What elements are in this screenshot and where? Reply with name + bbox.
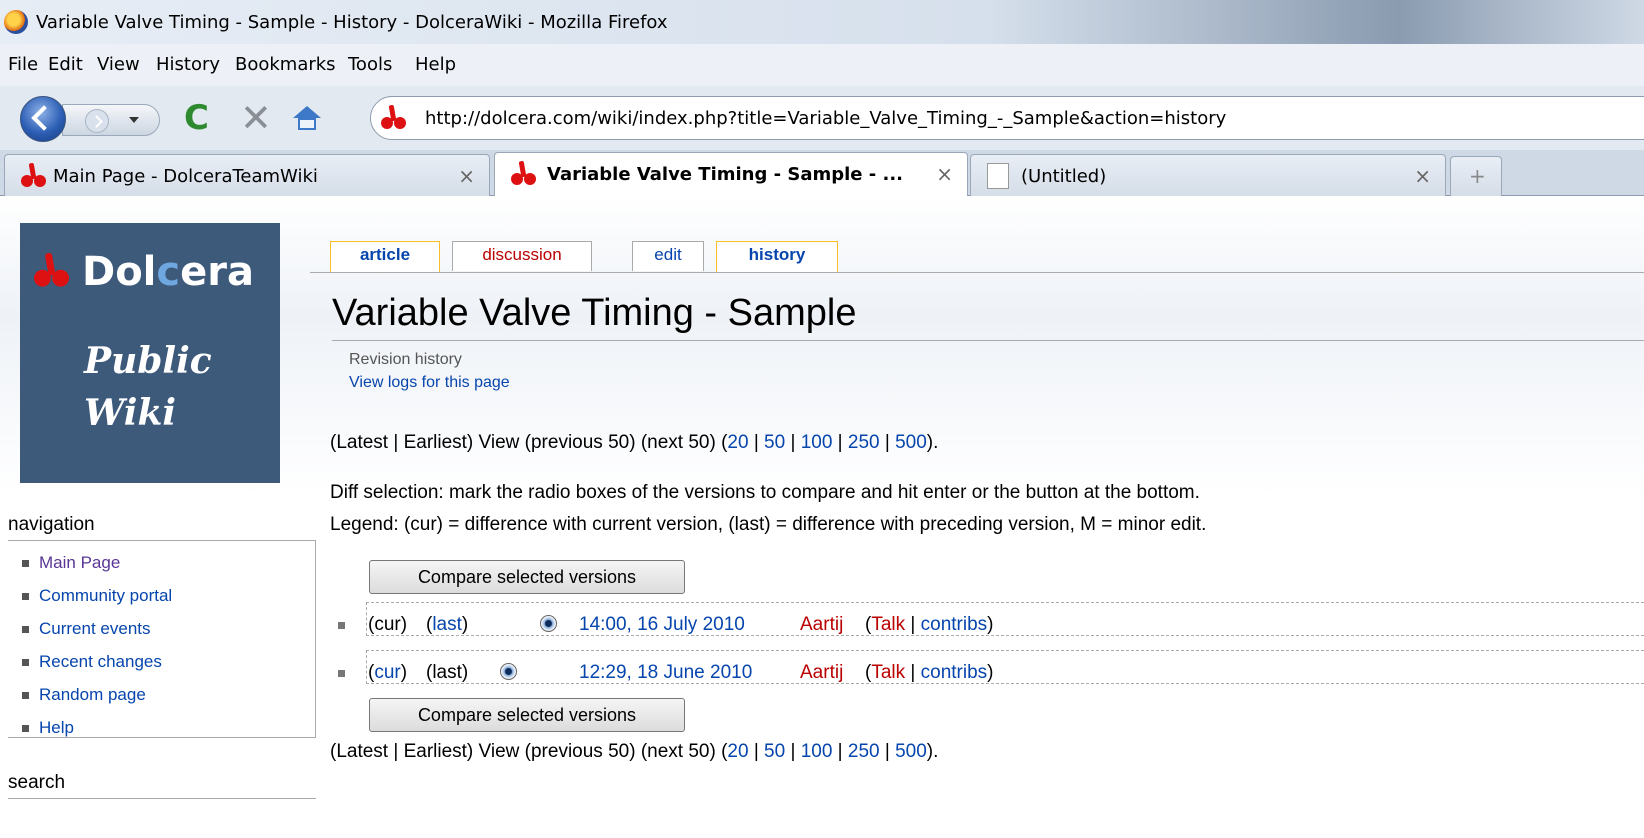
wiki-page: Dolcera Public Wiki navigation Main Page … bbox=[0, 196, 1644, 838]
stop-icon[interactable]: ✕ bbox=[240, 96, 272, 140]
talk-link[interactable]: Talk bbox=[871, 614, 905, 635]
user-tools: (Talk | contribs) bbox=[865, 662, 994, 683]
last-diff-link[interactable]: (last) bbox=[426, 614, 468, 636]
forward-button-group bbox=[62, 104, 160, 136]
tab-edit[interactable]: edit bbox=[632, 241, 704, 271]
home-icon[interactable] bbox=[293, 106, 321, 130]
window-title: Variable Valve Timing - Sample - History… bbox=[36, 12, 668, 33]
menu-bookmarks[interactable]: Bookmarks bbox=[235, 54, 336, 75]
dolcera-favicon-icon bbox=[21, 162, 47, 189]
navigation-heading: navigation bbox=[8, 514, 95, 535]
user-link[interactable]: Aartij bbox=[800, 662, 843, 684]
menu-help[interactable]: Help bbox=[415, 54, 456, 75]
blank-page-icon bbox=[987, 163, 1009, 189]
sidebar-item-current-events[interactable]: Current events bbox=[22, 619, 151, 639]
contribs-link[interactable]: contribs bbox=[921, 614, 988, 635]
sidebar-item-help[interactable]: Help bbox=[22, 718, 74, 738]
menu-file[interactable]: File bbox=[8, 54, 38, 75]
back-arrow-icon bbox=[31, 105, 57, 131]
reload-icon[interactable]: C bbox=[184, 98, 209, 138]
contribs-link[interactable]: contribs bbox=[921, 662, 988, 683]
tab-untitled[interactable]: (Untitled) × bbox=[970, 154, 1446, 196]
radio-newer-version[interactable] bbox=[540, 615, 557, 632]
compare-versions-button-bottom[interactable]: Compare selected versions bbox=[369, 698, 685, 732]
title-bar: Variable Valve Timing - Sample - History… bbox=[0, 0, 1644, 44]
menu-edit[interactable]: Edit bbox=[48, 54, 83, 75]
radio-older-version[interactable] bbox=[500, 663, 517, 680]
tab-variable-valve-timing[interactable]: Variable Valve Timing - Sample - ... × bbox=[494, 152, 968, 197]
limit-50-link[interactable]: 50 bbox=[764, 432, 785, 453]
talk-link[interactable]: Talk bbox=[871, 662, 905, 683]
revision-date-link[interactable]: 14:00, 16 July 2010 bbox=[579, 614, 745, 636]
tab-history[interactable]: history bbox=[716, 241, 838, 273]
limit-20-link[interactable]: 20 bbox=[727, 432, 748, 453]
cur-diff-link[interactable]: (cur) bbox=[368, 662, 407, 684]
row-bullet bbox=[338, 622, 345, 629]
dolcera-logo-icon bbox=[34, 252, 70, 289]
tab-label: (Untitled) bbox=[1021, 166, 1107, 187]
limit-500-link[interactable]: 500 bbox=[895, 432, 927, 453]
tab-discussion[interactable]: discussion bbox=[452, 241, 592, 271]
sidebar-item-recent-changes[interactable]: Recent changes bbox=[22, 652, 162, 672]
menu-view[interactable]: View bbox=[97, 54, 140, 75]
menu-history[interactable]: History bbox=[156, 54, 220, 75]
tab-strip: Main Page - DolceraTeamWiki × Variable V… bbox=[0, 150, 1644, 197]
last-label: (last) bbox=[426, 662, 469, 683]
address-bar[interactable]: http://dolcera.com/wiki/index.php?title=… bbox=[370, 96, 1644, 140]
search-heading: search bbox=[8, 772, 66, 793]
limit-500-link[interactable]: 500 bbox=[895, 741, 927, 762]
browser-window: Variable Valve Timing - Sample - History… bbox=[0, 0, 1644, 838]
title-divider bbox=[332, 340, 1644, 341]
limit-20-link[interactable]: 20 bbox=[727, 741, 748, 762]
row-bullet bbox=[338, 670, 345, 677]
menu-tools[interactable]: Tools bbox=[348, 54, 392, 75]
close-tab-icon[interactable]: × bbox=[458, 164, 475, 188]
close-tab-icon[interactable]: × bbox=[1414, 164, 1431, 188]
tab-label: Main Page - DolceraTeamWiki bbox=[53, 166, 318, 187]
view-logs-link[interactable]: View logs for this page bbox=[349, 374, 510, 392]
site-favicon-icon bbox=[381, 104, 407, 131]
history-dropdown-icon[interactable] bbox=[129, 117, 139, 123]
revision-date-link[interactable]: 12:29, 18 June 2010 bbox=[579, 662, 752, 684]
compare-versions-button[interactable]: Compare selected versions bbox=[369, 560, 685, 594]
user-link[interactable]: Aartij bbox=[800, 614, 843, 636]
sidebar-item-main-page[interactable]: Main Page bbox=[22, 553, 120, 573]
search-portlet bbox=[8, 798, 316, 838]
page-subtitle: Revision history bbox=[349, 351, 462, 368]
back-button[interactable] bbox=[20, 96, 66, 142]
forward-button[interactable] bbox=[85, 109, 109, 133]
site-logo[interactable]: Dolcera Public Wiki bbox=[20, 223, 280, 483]
plus-icon: + bbox=[1469, 164, 1486, 188]
cur-label: (cur) bbox=[368, 614, 408, 635]
diff-help-text: Diff selection: mark the radio boxes of … bbox=[330, 482, 1200, 503]
page-title: Variable Valve Timing - Sample bbox=[332, 292, 857, 334]
paging-nav-bottom: (Latest | Earliest) View (previous 50) (… bbox=[330, 741, 939, 762]
logo-tagline: Public Wiki bbox=[84, 340, 212, 434]
limit-50-link[interactable]: 50 bbox=[764, 741, 785, 762]
user-tools: (Talk | contribs) bbox=[865, 614, 994, 635]
limit-250-link[interactable]: 250 bbox=[848, 741, 880, 762]
navigation-portlet: Main Page Community portal Current event… bbox=[8, 540, 316, 738]
logo-brand: Dolcera bbox=[82, 249, 254, 295]
paging-nav-top: (Latest | Earliest) View (previous 50) (… bbox=[330, 432, 939, 453]
sidebar-item-community-portal[interactable]: Community portal bbox=[22, 586, 172, 606]
tab-divider bbox=[310, 272, 1644, 273]
limit-100-link[interactable]: 100 bbox=[801, 741, 833, 762]
history-row bbox=[366, 650, 1644, 684]
limit-250-link[interactable]: 250 bbox=[848, 432, 880, 453]
firefox-icon bbox=[4, 10, 28, 34]
dolcera-favicon-icon bbox=[511, 160, 537, 187]
close-tab-icon[interactable]: × bbox=[936, 162, 953, 186]
new-tab-button[interactable]: + bbox=[1450, 156, 1502, 196]
history-row bbox=[366, 602, 1644, 636]
tab-main-page[interactable]: Main Page - DolceraTeamWiki × bbox=[4, 154, 490, 196]
tab-label: Variable Valve Timing - Sample - ... bbox=[547, 164, 904, 185]
address-url[interactable]: http://dolcera.com/wiki/index.php?title=… bbox=[425, 108, 1226, 129]
menu-bar: File Edit View History Bookmarks Tools H… bbox=[0, 44, 1644, 86]
limit-100-link[interactable]: 100 bbox=[801, 432, 833, 453]
sidebar-item-random-page[interactable]: Random page bbox=[22, 685, 146, 705]
legend-text: Legend: (cur) = difference with current … bbox=[330, 514, 1207, 535]
tab-article[interactable]: article bbox=[330, 241, 440, 273]
